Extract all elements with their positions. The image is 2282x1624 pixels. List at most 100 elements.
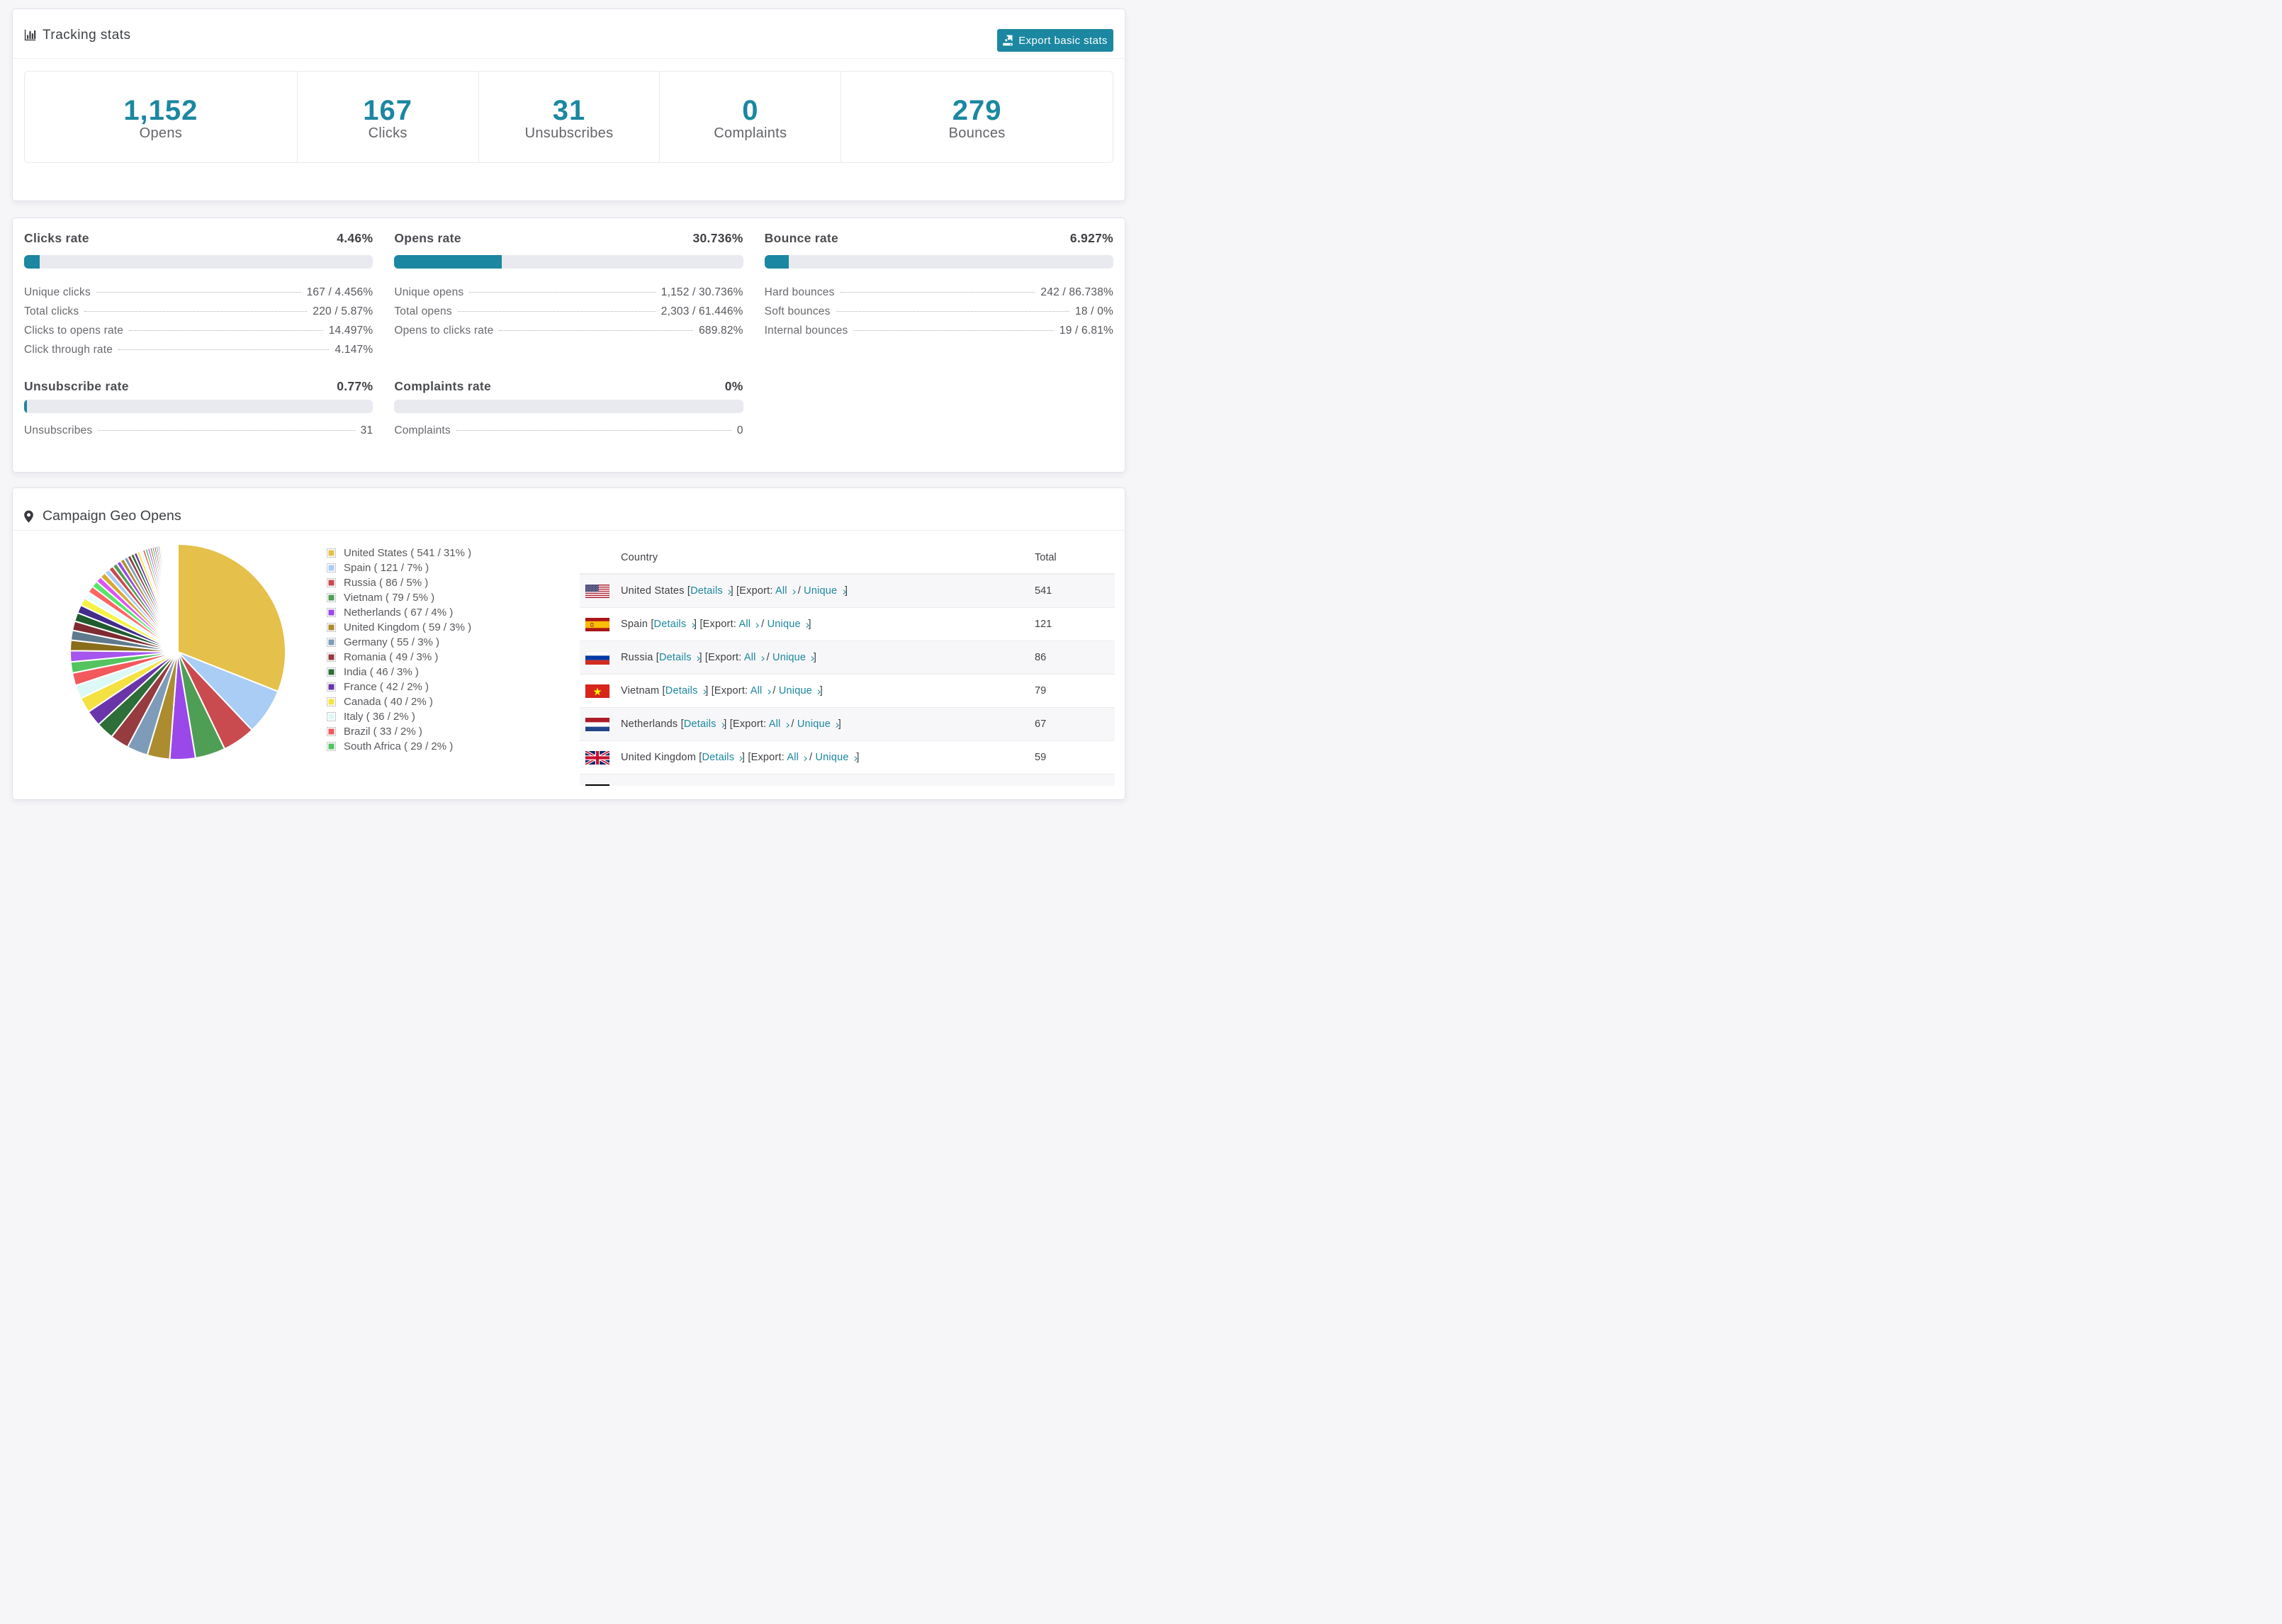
rate-head: Clicks rate 4.46% [24,231,373,246]
stat-box-unsubscribes: 31 Unsubscribes [478,72,660,162]
rate-head: Opens rate 30.736% [394,231,743,246]
stat-value-unsubscribes: 31 [552,95,586,126]
export-all-link[interactable]: All [787,752,807,763]
geo-country-total: 67 [1035,718,1047,730]
stat-box-opens: 1,152 Opens [25,72,297,162]
legend-item[interactable]: Germany ( 55 / 3% ) [327,635,471,650]
legend-item[interactable]: India ( 46 / 3% ) [327,665,471,680]
legend-item[interactable]: France ( 42 / 2% ) [327,680,471,694]
export-unique-link[interactable]: Unique [797,718,839,730]
legend-item[interactable]: Canada ( 40 / 2% ) [327,694,471,709]
legend-item[interactable]: South Africa ( 29 / 2% ) [327,739,471,754]
details-link[interactable]: Details [684,718,725,730]
export-all-link[interactable]: All [769,718,789,730]
legend-item[interactable]: Italy ( 36 / 2% ) [327,709,471,724]
rate-value: 0% [724,379,743,393]
geo-table-header-country: Country [621,552,658,563]
pie-legend: United States ( 541 / 31% ) Spain ( 121 /… [327,546,471,754]
flag-icon-de [585,784,621,786]
stat-label-unsubscribes: Unsubscribes [524,125,614,141]
stat-box-bounces: 279 Bounces [841,72,1113,162]
rate-section-clicks-rate: Clicks rate 4.46% Unique clicks 167 / 4.456… [24,231,373,359]
export-all-link[interactable]: All [751,685,771,697]
export-unique-link[interactable]: Unique [784,785,825,786]
legend-item[interactable]: Russia ( 86 / 5% ) [327,575,471,590]
rate-row: Unique opens 1,152 / 30.736% [394,283,743,302]
legend-label: United Kingdom ( 59 / 3% ) [344,621,472,633]
rate-title: Complaints rate [394,379,492,393]
geo-table-row-gb: United Kingdom [Details ] [Export: All /… [580,740,1115,774]
flag-icon-us [585,584,621,598]
export-all-link[interactable]: All [744,652,765,663]
tracking-stats-title-text: Tracking stats [43,27,131,43]
export-icon [1003,35,1013,46]
legend-item[interactable]: Spain ( 121 / 7% ) [327,560,471,575]
progress-fill [764,255,789,269]
rate-row: Opens to clicks rate 689.82% [394,321,743,340]
legend-item[interactable]: Vietnam ( 79 / 5% ) [327,590,471,605]
rate-section-unsubscribe-rate: Unsubscribe rate 0.77% Unsubscribes 31 [24,379,373,440]
geo-country-name: United States [ [621,585,691,597]
export-all-link[interactable]: All [755,785,774,786]
rate-row-label: Click through rate [24,344,113,356]
geo-opens-pie-chart[interactable] [68,542,288,762]
export-basic-stats-label: Export basic stats [1018,34,1108,47]
export-unique-link[interactable]: Unique [779,685,821,697]
legend-item[interactable]: United States ( 541 / 31% ) [327,546,471,560]
export-unique-link[interactable]: Unique [815,752,858,763]
rate-row: Unsubscribes 31 [24,421,373,440]
legend-item[interactable]: United Kingdom ( 59 / 3% ) [327,620,471,635]
geo-country-total: 541 [1035,585,1052,597]
legend-label: France ( 42 / 2% ) [344,681,429,693]
rate-value: 0.77% [337,379,373,393]
export-unique-link[interactable]: Unique [768,619,809,630]
legend-swatch [327,712,336,721]
details-link[interactable]: Details [659,652,700,663]
legend-swatch [327,653,336,662]
geo-table-header-total: Total [1035,552,1057,563]
dotted-leader [853,330,1054,331]
legend-label: Italy ( 36 / 2% ) [344,711,415,723]
rate-row: Soft bounces 18 / 0% [765,302,1113,321]
dotted-leader [84,311,308,312]
rate-row: Hard bounces 242 / 86.738% [765,283,1113,302]
export-basic-stats-button[interactable]: Export basic stats [997,29,1113,52]
legend-item[interactable]: Romania ( 49 / 3% ) [327,650,471,665]
legend-swatch [327,578,336,587]
tracking-stats-title: Tracking stats [24,28,131,43]
rate-row-value: 242 / 86.738% [1040,286,1113,298]
legend-swatch [327,727,336,736]
details-link[interactable]: Details [702,752,743,763]
legend-item[interactable]: Netherlands ( 67 / 4% ) [327,605,471,620]
legend-swatch [327,548,336,558]
legend-swatch [327,623,336,632]
flag-icon-es [585,617,621,631]
legend-item[interactable]: Brazil ( 33 / 2% ) [327,724,471,739]
rate-row-label: Complaints [394,424,451,436]
campaign-geo-opens-header: Campaign Geo Opens [13,488,1125,531]
details-link[interactable]: Details [665,685,707,697]
geo-country-name: Spain [ [621,619,654,630]
rate-row-value: 18 / 0% [1075,305,1113,317]
details-link[interactable]: Details [654,619,695,630]
export-all-link[interactable]: All [738,619,759,630]
rate-value: 30.736% [692,231,743,245]
geo-country-total: 121 [1035,619,1052,630]
rate-row-value: 14.497% [328,325,373,337]
details-link[interactable]: Details [670,785,710,786]
details-link[interactable]: Details [690,585,731,597]
progress-track [24,255,373,269]
geo-opens-table: Country Total United States [Details ] [Ex… [580,542,1115,786]
export-unique-link[interactable]: Unique [772,652,814,663]
geo-country-name: Netherlands [ [621,718,684,730]
flag-icon-ru [585,650,621,665]
flag-icon-nl [585,717,621,731]
export-all-link[interactable]: All [775,585,796,597]
geo-country-name: United Kingdom [ [621,752,702,763]
rate-row: Unique clicks 167 / 4.456% [24,283,373,302]
dotted-leader [96,292,301,293]
legend-swatch [327,742,336,751]
export-unique-link[interactable]: Unique [804,585,845,597]
geo-table-header: Country Total [580,542,1115,574]
geo-country-name: Russia [ [621,652,659,663]
